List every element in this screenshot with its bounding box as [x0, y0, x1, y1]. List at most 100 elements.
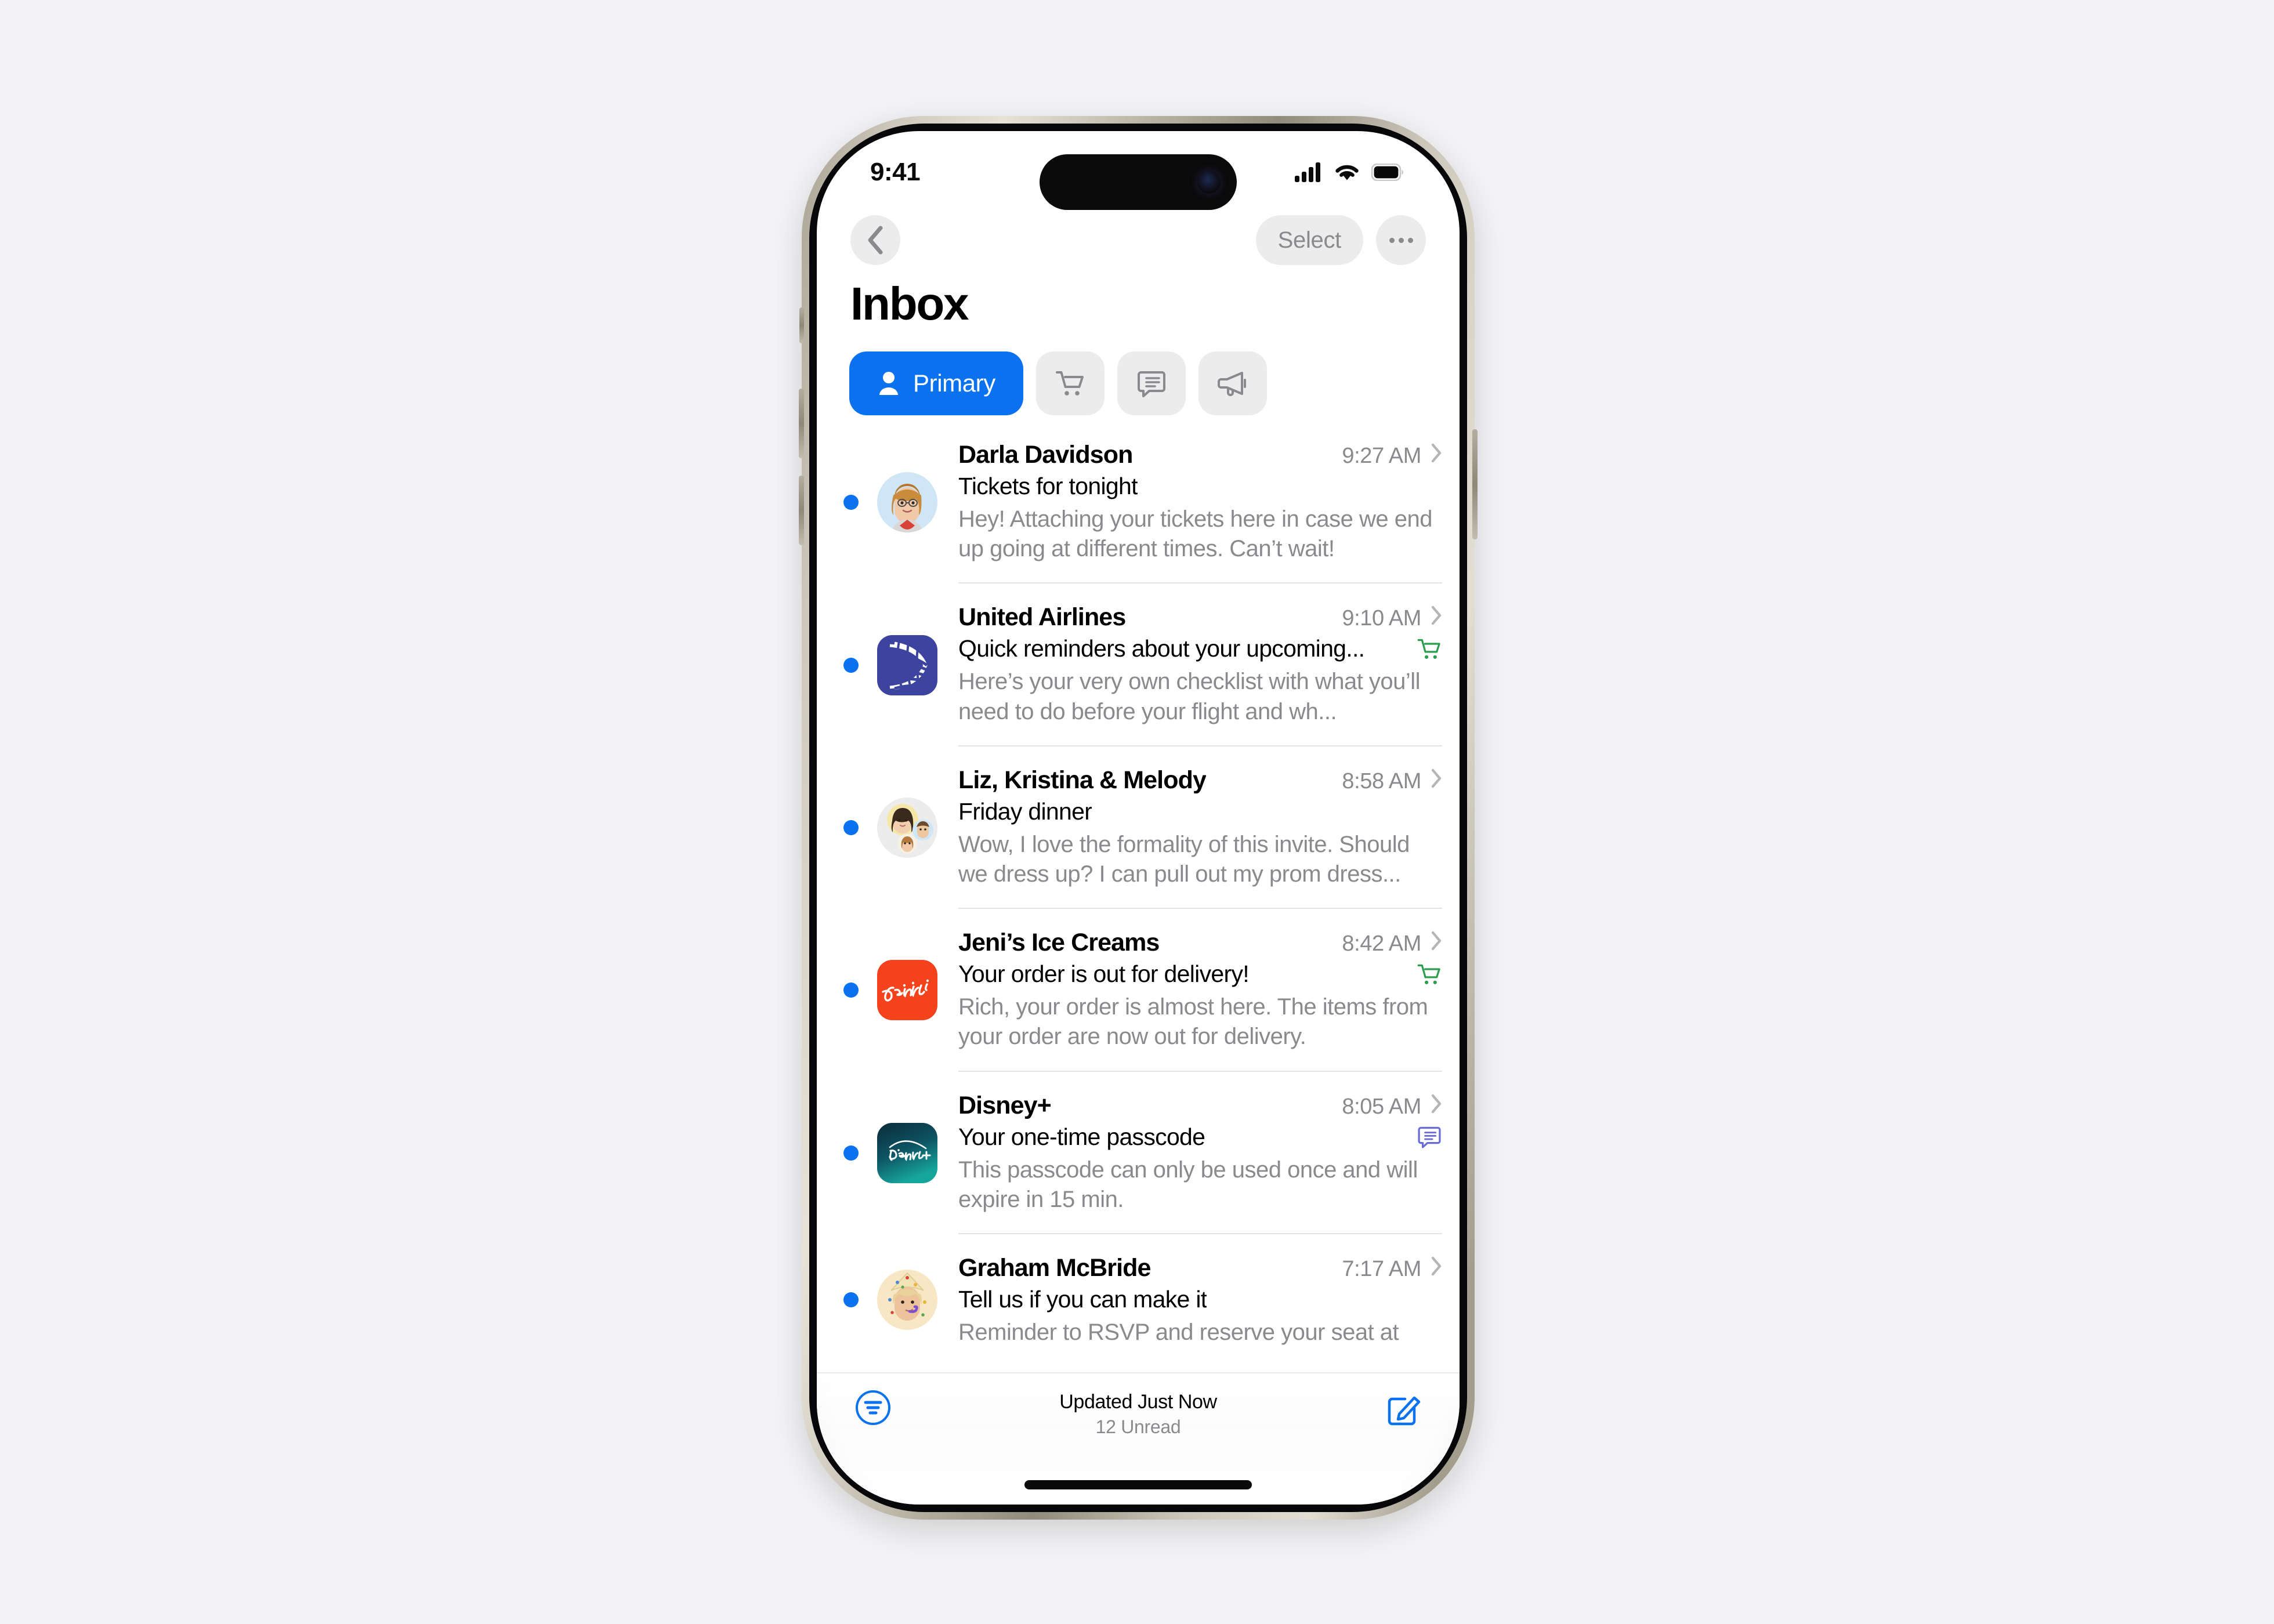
united-airlines-logo [877, 635, 937, 695]
nav-right-group: Select [1255, 215, 1426, 265]
memoji-woman-glasses [877, 472, 937, 533]
timestamp: 9:10 AM [1342, 606, 1421, 631]
chat-bubble-icon [1418, 1126, 1441, 1148]
avatar [872, 1234, 942, 1366]
filter-icon [856, 1390, 890, 1425]
subject-line: Quick reminders about your upcoming... [958, 635, 1442, 662]
disney-plus-logo [877, 1122, 937, 1183]
sender-name: Darla Davidson [958, 441, 1133, 469]
subject: Quick reminders about your upcoming... [958, 635, 1365, 662]
home-indicator[interactable] [1024, 1480, 1252, 1489]
mail-header: Jeni’s Ice Creams 8:42 AM [958, 929, 1442, 957]
power-button[interactable] [1472, 429, 1478, 539]
avatar [872, 1072, 942, 1234]
jenis-ice-creams-logo [877, 960, 937, 1021]
category-badge-updates [1406, 1124, 1442, 1150]
mail-content: United Airlines 9:10 AM Quick reminders … [958, 583, 1442, 746]
timestamp: 9:27 AM [1342, 444, 1421, 468]
sender-name: Liz, Kristina & Melody [958, 766, 1206, 794]
cart-icon [1417, 964, 1440, 984]
disclosure-chevron-icon [1431, 606, 1442, 625]
unread-dot [843, 983, 859, 998]
preview-text: Hey! Attaching your tickets here in case… [958, 506, 1432, 562]
mail-content: Darla Davidson 9:27 AM Tickets for tonig… [958, 421, 1442, 584]
subject-line: Tell us if you can make it [958, 1286, 1442, 1313]
cart-icon [1417, 639, 1440, 659]
category-tabs: Primary [817, 346, 1460, 421]
memoji-group [877, 797, 937, 858]
mute-switch[interactable] [799, 307, 804, 343]
timestamp: 7:17 AM [1342, 1256, 1421, 1281]
mail-row[interactable]: Disney+ 8:05 AM Your one-time passcode T… [817, 1072, 1460, 1234]
avatar [872, 909, 942, 1071]
tab-primary[interactable]: Primary [849, 351, 1023, 415]
avatar [872, 421, 942, 583]
mail-content: Jeni’s Ice Creams 8:42 AM Your order is … [958, 909, 1442, 1072]
tab-promotions[interactable] [1198, 351, 1267, 415]
filter-button[interactable] [854, 1389, 892, 1430]
cellular-signal-icon [1295, 162, 1320, 182]
updated-label: Updated Just Now [1059, 1391, 1217, 1413]
mail-header: Liz, Kristina & Melody 8:58 AM [958, 766, 1442, 795]
unread-dot [843, 657, 859, 673]
volume-up-button[interactable] [799, 389, 804, 458]
mail-row[interactable]: Graham McBride 7:17 AM Tell us if you ca… [817, 1234, 1460, 1366]
unread-dot [843, 820, 859, 835]
dynamic-island[interactable] [1040, 154, 1237, 210]
iphone-device: 9:41 Select Inbox Primary Darla Davidson… [799, 116, 1478, 1520]
disclosure-chevron-icon [1431, 443, 1442, 463]
sender-name: United Airlines [958, 603, 1126, 632]
status-icons [1295, 162, 1404, 182]
mail-header: Darla Davidson 9:27 AM [958, 441, 1442, 469]
mail-row[interactable]: Darla Davidson 9:27 AM Tickets for tonig… [817, 421, 1460, 584]
navigation-bar: Select [817, 205, 1460, 275]
preview-text: Wow, I love the formality of this invite… [958, 831, 1410, 887]
mail-row[interactable]: Liz, Kristina & Melody 8:58 AM Friday di… [817, 746, 1460, 909]
mail-content: Graham McBride 7:17 AM Tell us if you ca… [958, 1234, 1442, 1366]
subject-line: Friday dinner [958, 798, 1442, 825]
cart-icon [1055, 371, 1084, 396]
megaphone-icon [1217, 372, 1246, 396]
disclosure-chevron-icon [1431, 1256, 1442, 1276]
disclosure-chevron-icon [1431, 931, 1442, 951]
status-time: 9:41 [870, 158, 921, 186]
preview-text: Here’s your very own checklist with what… [958, 669, 1421, 724]
tab-primary-label: Primary [913, 369, 995, 397]
person-icon [879, 372, 898, 395]
unread-dot [843, 1292, 859, 1308]
mail-header: Disney+ 8:05 AM [958, 1092, 1442, 1120]
volume-down-button[interactable] [799, 476, 804, 545]
mail-row[interactable]: United Airlines 9:10 AM Quick reminders … [817, 583, 1460, 746]
unread-dot [843, 495, 859, 510]
category-badge-transactions [1406, 962, 1442, 987]
wifi-icon [1335, 165, 1359, 180]
tab-transactions[interactable] [1035, 351, 1105, 415]
timestamp: 8:58 AM [1342, 768, 1421, 793]
compose-button[interactable] [1384, 1389, 1422, 1430]
preview-text: This passcode can only be used once and … [958, 1157, 1418, 1212]
back-button[interactable] [850, 215, 900, 265]
mail-content: Liz, Kristina & Melody 8:58 AM Friday di… [958, 746, 1442, 909]
subject-line: Your order is out for delivery! [958, 960, 1442, 988]
unread-dot [843, 1145, 859, 1161]
subject: Friday dinner [958, 798, 1092, 825]
avatar [872, 746, 942, 909]
subject-line: Tickets for tonight [958, 473, 1442, 500]
memoji-party-hat [877, 1270, 937, 1331]
front-camera-icon [1197, 171, 1221, 194]
more-options-button[interactable] [1376, 215, 1426, 265]
page-title: Inbox [850, 278, 969, 329]
subject-line: Your one-time passcode [958, 1123, 1442, 1151]
mail-list[interactable]: Darla Davidson 9:27 AM Tickets for tonig… [817, 421, 1460, 1378]
preview-text: Reminder to RSVP and reserve your seat a… [958, 1319, 1399, 1345]
mail-header: United Airlines 9:10 AM [958, 603, 1442, 632]
back-chevron-icon [868, 226, 883, 255]
mail-row[interactable]: Jeni’s Ice Creams 8:42 AM Your order is … [817, 909, 1460, 1072]
timestamp: 8:42 AM [1342, 931, 1421, 956]
select-button[interactable]: Select [1255, 215, 1363, 265]
tab-updates[interactable] [1117, 351, 1186, 415]
unread-count: 12 Unread [1095, 1416, 1181, 1437]
sender-name: Graham McBride [958, 1253, 1151, 1282]
battery-icon [1371, 164, 1404, 181]
timestamp: 8:05 AM [1342, 1094, 1421, 1119]
